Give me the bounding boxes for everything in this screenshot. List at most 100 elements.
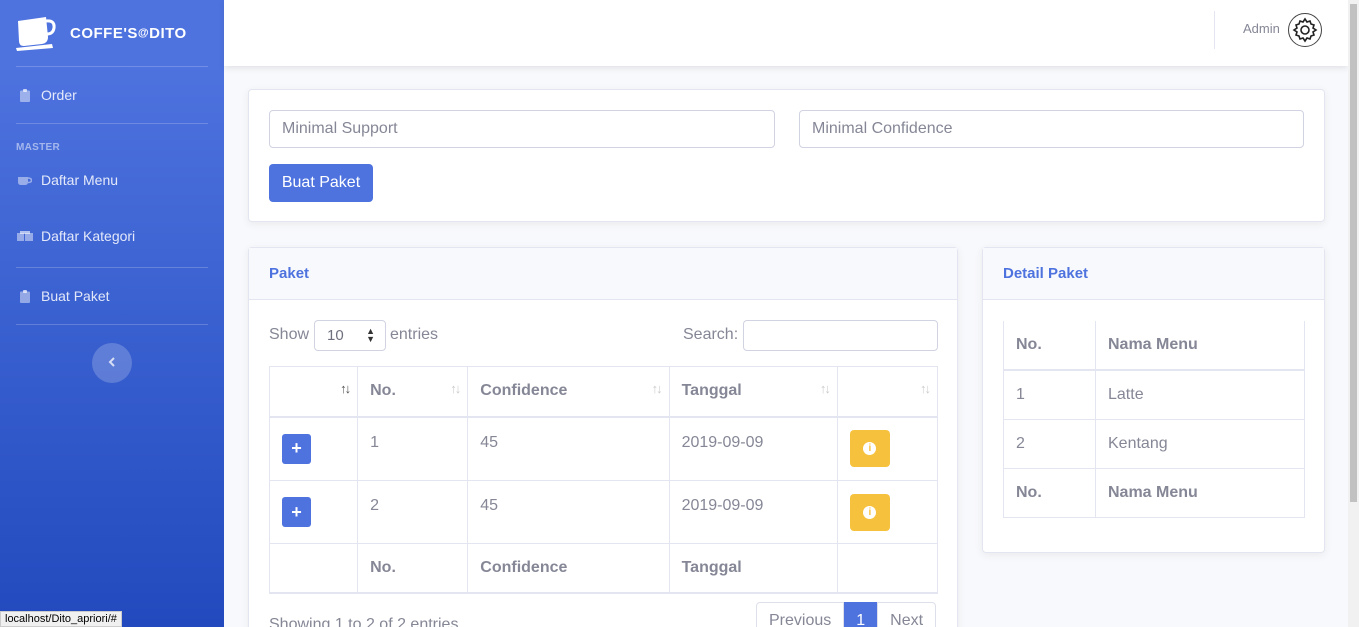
coffee-icon: [16, 174, 34, 186]
sidebar-toggle-button[interactable]: [92, 343, 132, 383]
table-row: + 2 45 2019-09-09 i: [268, 480, 939, 544]
detail-table: No. Nama Menu 1 Latte 2 Kentang No. Nama…: [1003, 321, 1305, 518]
paket-card: Paket Show 10 ▲ ▼ entries Search: ↑↓ No. ↑…: [248, 247, 958, 627]
pagination-previous[interactable]: Previous: [756, 602, 845, 627]
scrollbar-thumb[interactable]: [1350, 4, 1357, 502]
column-header-no[interactable]: No. ↑↓: [357, 366, 469, 417]
sidebar-item-label: Daftar Kategori: [41, 228, 136, 244]
sidebar-divider: [16, 324, 208, 325]
table-row: 1 Latte: [1003, 369, 1305, 420]
plus-icon: +: [291, 438, 302, 459]
column-header-action[interactable]: ↑↓: [268, 366, 359, 417]
info-button[interactable]: i: [849, 430, 890, 468]
table-footer-row: No. Nama Menu: [1003, 467, 1305, 518]
table-cell-no: 2: [357, 480, 469, 544]
table-cell-confidence: 45: [467, 480, 670, 544]
search-label: Search:: [683, 326, 739, 343]
plus-icon: +: [291, 501, 302, 522]
form-card: Minimal Support Minimal Confidence Buat …: [248, 89, 1325, 222]
info-icon: i: [863, 442, 877, 456]
buat-paket-button[interactable]: Buat Paket: [269, 164, 373, 202]
entries-select[interactable]: 10 ▲ ▼: [314, 320, 386, 351]
clipboard-icon: [16, 289, 34, 303]
table-cell-no: 2: [1003, 418, 1096, 469]
table-cell: +: [268, 480, 359, 544]
table-cell-tanggal: 2019-09-09: [668, 480, 838, 544]
sidebar-item-daftar-kategori[interactable]: Daftar Kategori: [0, 205, 224, 267]
sidebar-item-buat-paket[interactable]: Buat Paket: [0, 268, 224, 324]
table-footer-nama-menu: Nama Menu: [1095, 467, 1305, 518]
topbar: Admin: [224, 0, 1348, 66]
gear-icon[interactable]: [1288, 13, 1322, 47]
show-label: Show: [269, 326, 310, 343]
table-cell-no: 1: [357, 416, 469, 481]
column-header-tanggal[interactable]: Tanggal ↑↓: [668, 366, 838, 417]
sidebar-item-label: Buat Paket: [41, 288, 110, 304]
table-row: 2 Kentang: [1003, 418, 1305, 469]
column-header-no: No.: [1003, 321, 1096, 371]
table-cell-no: 1: [1003, 369, 1096, 420]
table-cell-menu: Kentang: [1095, 418, 1305, 469]
table-row: + 1 45 2019-09-09 i: [268, 416, 939, 481]
paket-card-title: Paket: [249, 248, 957, 300]
brand-suffix: DITO: [149, 24, 187, 42]
info-icon: i: [863, 505, 877, 519]
paket-table: ↑↓ No. ↑↓ Confidence ↑↓ Tanggal ↑↓ ↑↓ + 1 4…: [268, 366, 939, 594]
minimal-confidence-input[interactable]: Minimal Confidence: [799, 110, 1304, 148]
sort-icon: ↑↓: [920, 381, 931, 396]
clipboard-icon: [16, 88, 34, 102]
column-header-label: Confidence: [480, 382, 568, 400]
sort-icon: ↑↓: [651, 381, 663, 396]
brand-name: COFFE'S: [70, 24, 138, 42]
sidebar-item-daftar-menu[interactable]: Daftar Menu: [0, 155, 224, 205]
search-input[interactable]: [743, 320, 938, 351]
table-footer-confidence: Confidence: [467, 543, 670, 593]
expand-plus-button[interactable]: +: [282, 497, 311, 527]
detail-paket-title: Detail Paket: [983, 248, 1324, 300]
sidebar-item-order[interactable]: Order: [0, 67, 224, 123]
table-cell-menu: Latte: [1095, 369, 1305, 420]
sort-icon: ↑↓: [340, 381, 351, 396]
pagination: Previous 1 Next: [756, 602, 937, 627]
coffee-cup-icon: [16, 15, 56, 51]
pagination-next[interactable]: Next: [877, 602, 937, 627]
table-footer-row: No. Confidence Tanggal: [268, 543, 939, 593]
table-header-row: No. Nama Menu: [1003, 321, 1305, 371]
column-header-label: Tanggal: [681, 382, 742, 400]
entries-label: entries: [390, 326, 439, 343]
table-cell: +: [268, 416, 359, 481]
detail-paket-card: Detail Paket No. Nama Menu 1 Latte 2 Ken…: [982, 247, 1325, 553]
brand-at: @: [137, 27, 150, 39]
sidebar-item-label: Order: [41, 87, 77, 103]
table-cell: i: [836, 480, 939, 544]
table-header-row: ↑↓ No. ↑↓ Confidence ↑↓ Tanggal ↑↓ ↑↓: [268, 366, 939, 417]
table-footer-no: No.: [1003, 467, 1096, 518]
entries-select-value: 10: [327, 327, 344, 344]
select-arrows-icon: ▲ ▼: [366, 326, 375, 344]
minimal-support-input[interactable]: Minimal Support: [269, 110, 775, 148]
page-scrollbar[interactable]: [1348, 0, 1359, 627]
sidebar-heading: MASTER: [16, 142, 61, 153]
table-footer-no: No.: [357, 543, 469, 593]
expand-plus-button[interactable]: +: [282, 433, 311, 464]
topbar-divider: [1214, 11, 1215, 49]
info-button[interactable]: i: [849, 493, 890, 531]
brand[interactable]: COFFE'S @ DITO: [0, 0, 224, 66]
table-cell: i: [836, 416, 939, 481]
column-header-confidence[interactable]: Confidence ↑↓: [467, 366, 670, 417]
table-cell-tanggal: 2019-09-09: [668, 416, 838, 481]
pagination-page-1[interactable]: 1: [844, 602, 878, 627]
user-name[interactable]: Admin: [1243, 21, 1280, 36]
sidebar: COFFE'S @ DITO Order MASTER Daftar Menu Da…: [0, 0, 224, 627]
sidebar-item-label: Daftar Menu: [41, 172, 119, 188]
column-header-label: No.: [370, 382, 396, 400]
column-header-nama-menu: Nama Menu: [1095, 321, 1305, 371]
table-info: Showing 1 to 2 of 2 entries: [269, 616, 459, 627]
table-footer-cell: [268, 543, 359, 593]
table-cell-confidence: 45: [467, 416, 670, 481]
sort-icon: ↑↓: [450, 381, 461, 396]
chevron-left-icon: [108, 354, 116, 372]
table-footer-cell: [836, 543, 939, 593]
table-footer-tanggal: Tanggal: [668, 543, 838, 593]
column-header-info[interactable]: ↑↓: [836, 366, 939, 417]
